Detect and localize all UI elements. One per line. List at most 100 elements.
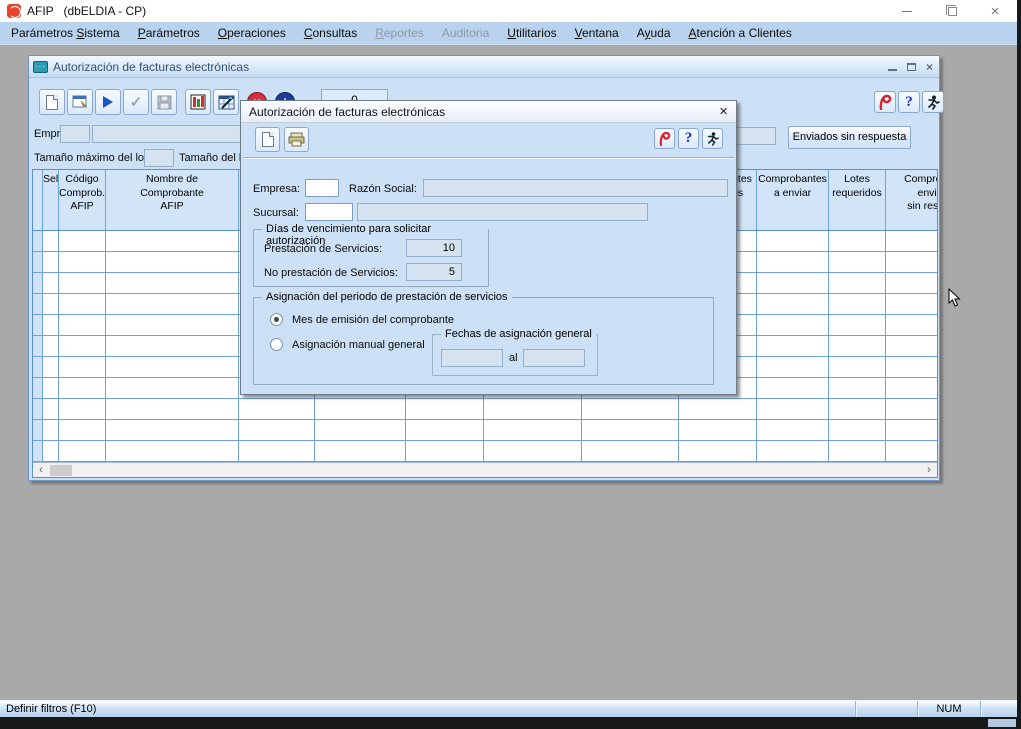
grid-cell [886, 252, 937, 272]
print-icon [288, 132, 305, 147]
column-header[interactable]: Lotes requeridos [829, 170, 886, 230]
run-button[interactable] [95, 89, 121, 115]
save-button[interactable] [151, 89, 177, 115]
dialog-close-icon[interactable]: × [719, 104, 728, 119]
scroll-right-icon[interactable]: › [921, 463, 937, 477]
column-header[interactable]: Sel. [43, 170, 59, 230]
dialog-help-button[interactable]: ? [678, 128, 699, 149]
dialog-print-button[interactable] [284, 127, 309, 152]
no-prestacion-field[interactable]: 5 [406, 263, 462, 281]
grid-cell [406, 420, 484, 440]
help-icon: ? [685, 130, 693, 147]
table-row[interactable] [33, 420, 937, 441]
scroll-left-icon[interactable]: ‹ [33, 463, 49, 477]
horizontal-scrollbar[interactable]: ‹ › [33, 462, 937, 477]
menu-item-atenci-n-a-clientes[interactable]: Atención a Clientes [680, 23, 801, 43]
restore-button[interactable] [929, 0, 973, 22]
lote-label: Tamaño máximo del lote: [34, 152, 156, 164]
grid-cell [43, 441, 59, 461]
restore-icon [948, 7, 957, 16]
column-header[interactable]: Comprobantes a enviar [757, 170, 829, 230]
grid-cell [757, 315, 829, 335]
dialog-filters-button[interactable] [654, 128, 675, 149]
radio-mes-label[interactable]: Mes de emisión del comprobante [292, 314, 454, 326]
radio-asignacion-manual[interactable] [270, 338, 283, 351]
column-header[interactable]: Nombre de Comprobante AFIP [106, 170, 239, 230]
open-form-button[interactable] [67, 89, 93, 115]
menu-item-operaciones[interactable]: Operaciones [209, 23, 295, 43]
grid-cell [582, 441, 679, 461]
menu-item-ventana[interactable]: Ventana [566, 23, 628, 43]
grid-cell [886, 294, 937, 314]
dialog-exit-button[interactable] [702, 128, 723, 149]
grid-cell [886, 420, 937, 440]
help-button[interactable]: ? [898, 91, 920, 113]
menu-item-ayuda[interactable]: Ayuda [628, 23, 680, 43]
table-row[interactable] [33, 399, 937, 420]
menu-item-par-metros-sistema[interactable]: Parámetros Sistema [2, 23, 129, 43]
grid-cell [106, 273, 239, 293]
table-row[interactable] [33, 441, 937, 462]
enviados-sin-respuesta-button[interactable]: Enviados sin respuesta [788, 126, 911, 149]
scrollbar-thumb[interactable] [50, 465, 72, 476]
menu-item-utilitarios[interactable]: Utilitarios [498, 23, 565, 43]
grid-cell [59, 336, 106, 356]
dialog-titlebar[interactable]: Autorización de facturas electrónicas × [241, 101, 736, 123]
close-button[interactable]: × [973, 0, 1017, 22]
row-indicator [33, 420, 43, 440]
minimize-button[interactable] [885, 0, 929, 22]
menu-bar: Parámetros SistemaParámetrosOperacionesC… [0, 22, 1017, 45]
child-close-icon[interactable]: × [926, 61, 933, 73]
dlg-sucursal-field[interactable] [305, 203, 353, 221]
row-indicator [33, 294, 43, 314]
prestacion-label: Prestación de Servicios: [264, 243, 382, 255]
lote-field[interactable] [144, 149, 174, 167]
status-bar: Definir filtros (F10) NUM [0, 700, 1017, 717]
dialog-new-button[interactable] [255, 127, 280, 152]
grid-cell [757, 420, 829, 440]
grid-cell [59, 357, 106, 377]
filters-button[interactable] [874, 91, 896, 113]
grid-cell [406, 399, 484, 419]
column-header[interactable]: Código Comprob. AFIP [59, 170, 106, 230]
grid-cell [43, 273, 59, 293]
grid-cell [757, 378, 829, 398]
edit-grid-button[interactable] [213, 89, 239, 115]
menu-item-par-metros[interactable]: Parámetros [129, 23, 209, 43]
data-columns-button[interactable] [185, 89, 211, 115]
grid-cell [106, 378, 239, 398]
confirm-button[interactable]: ✓ [123, 89, 149, 115]
grid-cell [43, 336, 59, 356]
new-button[interactable] [39, 89, 65, 115]
grid-cell [886, 357, 937, 377]
al-label: al [509, 352, 518, 364]
column-header[interactable]: Comprobantes enviados sin respuesta [886, 170, 937, 230]
child-minimize-icon[interactable] [888, 69, 897, 71]
prestacion-field[interactable]: 10 [406, 239, 462, 257]
asignacion-groupbox: Asignación del periodo de prestación de … [253, 297, 714, 385]
dlg-empresa-field[interactable] [305, 179, 339, 197]
mdi-child-titlebar[interactable]: ··· Autorización de facturas electrónica… [29, 56, 939, 78]
new-doc-icon [46, 95, 58, 110]
grid-cell [106, 294, 239, 314]
row-indicator [33, 273, 43, 293]
row-indicator [33, 252, 43, 272]
row-indicator [33, 315, 43, 335]
grid-cell [757, 294, 829, 314]
grid-cell [406, 441, 484, 461]
vencimiento-groupbox: Días de vencimiento para solicitar autor… [253, 229, 489, 287]
grid-cell [59, 273, 106, 293]
grid-cell [829, 399, 886, 419]
grid-cell [829, 357, 886, 377]
radio-manual-label[interactable]: Asignación manual general [292, 339, 425, 351]
menu-item-auditoria[interactable]: Auditoria [433, 23, 498, 43]
grid-cell [43, 399, 59, 419]
radio-mes-emision[interactable] [270, 313, 283, 326]
exit-button[interactable] [922, 91, 944, 113]
grid-cell [106, 420, 239, 440]
menu-item-reportes[interactable]: Reportes [366, 23, 433, 43]
grid-cell [757, 231, 829, 251]
child-restore-icon[interactable] [907, 63, 916, 71]
menu-item-consultas[interactable]: Consultas [295, 23, 366, 43]
empresa-code-field[interactable] [60, 125, 90, 143]
